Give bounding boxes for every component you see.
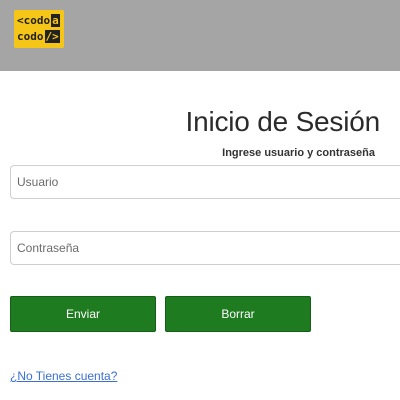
signup-link[interactable]: ¿No Tienes cuenta? (10, 369, 117, 383)
codo-a-codo-logo[interactable]: <codo a codo/> (14, 10, 64, 48)
logo-line-2: codo/> (17, 29, 64, 45)
logo-text-2: codo (17, 30, 44, 43)
top-header: <codo a codo/> (0, 0, 400, 71)
page-title: Inicio de Sesión (185, 106, 381, 137)
password-input[interactable] (10, 231, 400, 265)
submit-button[interactable]: Enviar (10, 296, 156, 332)
logo-line-1: <codo a (17, 13, 64, 29)
username-input[interactable] (10, 165, 400, 199)
logo-accent-2: /> (44, 30, 60, 43)
clear-button[interactable]: Borrar (165, 296, 311, 332)
logo-accent-1: a (51, 14, 60, 27)
page-subtitle: Ingrese usuario y contraseña (222, 147, 375, 159)
logo-text-1: <codo (17, 14, 51, 27)
